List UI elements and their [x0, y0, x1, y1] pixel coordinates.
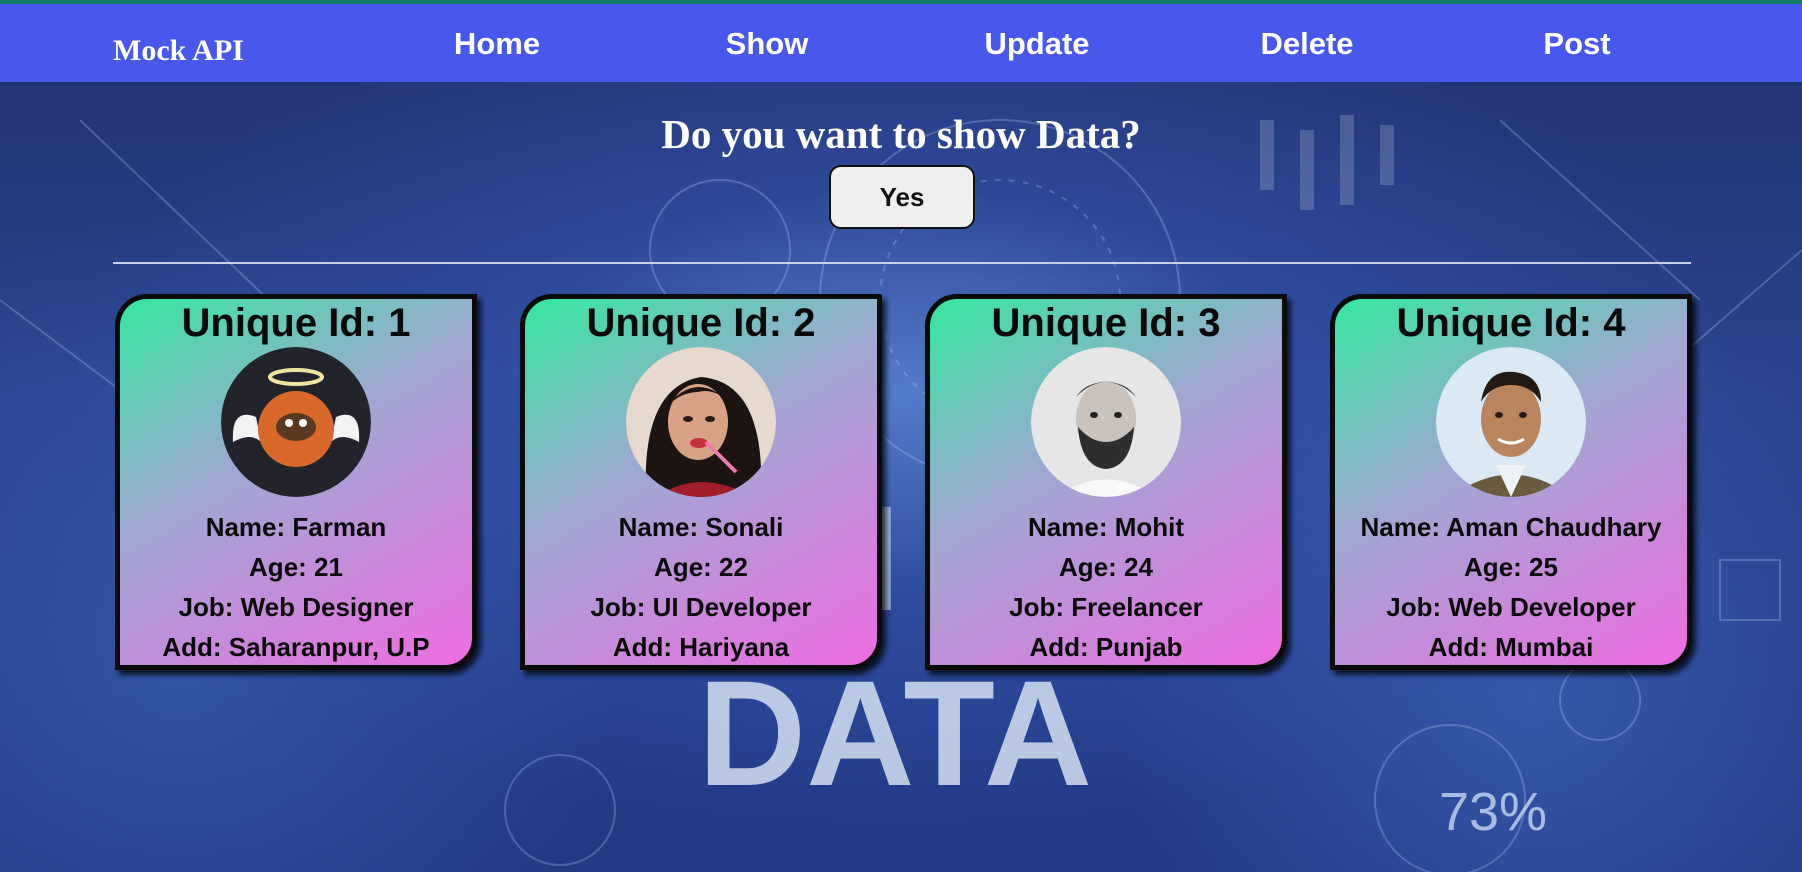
user-card: Unique Id: 2 Name: Sonali Age: 22 Job: U…: [520, 294, 882, 670]
brand-logo[interactable]: Mock API: [113, 34, 244, 68]
card-unique-id: Unique Id: 1: [181, 301, 411, 345]
background-data-text: DATA: [698, 649, 1092, 817]
bearded-man-photo: [1031, 347, 1181, 497]
user-card: Unique Id: 3 Name: Mohit Age: 24 Job: Fr…: [925, 294, 1287, 670]
show-data-question: Do you want to show Data?: [661, 111, 1141, 157]
card-job: Job: Freelancer: [1009, 592, 1203, 622]
divider: [113, 262, 1691, 264]
card-name: Name: Aman Chaudhary: [1360, 512, 1662, 542]
user-card: Unique Id: 1 Name: Farman Age: 21 Job: W…: [115, 294, 477, 670]
card-age: Age: 24: [1059, 552, 1153, 582]
card-address: Add: Punjab: [1029, 632, 1183, 662]
card-name: Name: Sonali: [618, 512, 784, 542]
card-name: Name: Mohit: [1028, 512, 1184, 542]
card-unique-id: Unique Id: 3: [991, 301, 1221, 345]
card-address: Add: Saharanpur, U.P: [162, 632, 430, 662]
card-address: Add: Hariyana: [612, 632, 790, 662]
angel-avatar-icon: [221, 347, 371, 497]
card-age: Age: 21: [249, 552, 343, 582]
card-name: Name: Farman: [205, 512, 387, 542]
nav-show-link[interactable]: Show: [726, 26, 809, 62]
card-age: Age: 25: [1464, 552, 1558, 582]
card-job: Job: Web Designer: [178, 592, 414, 622]
card-job: Job: UI Developer: [590, 592, 812, 622]
user-card: Unique Id: 4 Name: Aman Chaudhary Age: 2…: [1330, 294, 1692, 670]
yes-button[interactable]: Yes: [829, 165, 975, 229]
card-unique-id: Unique Id: 4: [1396, 301, 1626, 345]
card-age: Age: 22: [654, 552, 748, 582]
nav-delete-link[interactable]: Delete: [1260, 26, 1353, 62]
background-percent-text: 73%: [1439, 782, 1547, 842]
navbar: Mock API Home Show Update Delete Post: [0, 4, 1802, 82]
nav-home-link[interactable]: Home: [454, 26, 540, 62]
nav-update-link[interactable]: Update: [984, 26, 1089, 62]
woman-photo: [626, 347, 776, 497]
nav-post-link[interactable]: Post: [1543, 26, 1610, 62]
card-address: Add: Mumbai: [1428, 632, 1594, 662]
card-job: Job: Web Developer: [1386, 592, 1636, 622]
card-unique-id: Unique Id: 2: [586, 301, 816, 345]
man-photo: [1436, 347, 1586, 497]
